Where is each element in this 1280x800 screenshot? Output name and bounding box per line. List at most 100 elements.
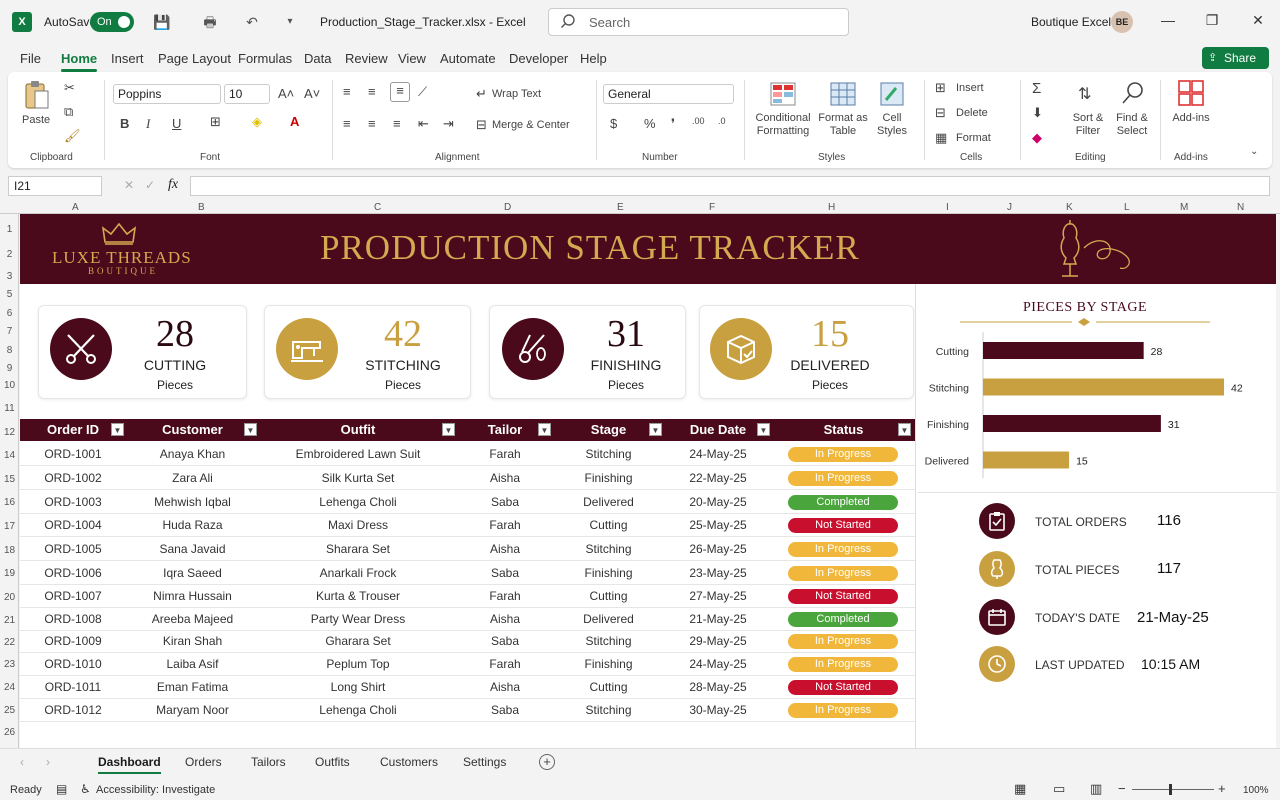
table-cell[interactable]: Cutting <box>553 585 664 608</box>
row-header[interactable]: 19 <box>0 568 19 579</box>
font-name-combo[interactable]: Poppins <box>113 84 221 104</box>
minimize-icon[interactable]: — <box>1158 12 1178 32</box>
column-header[interactable]: H <box>828 202 835 213</box>
table-cell[interactable]: Long Shirt <box>259 676 457 699</box>
table-cell[interactable]: Saba <box>457 562 553 585</box>
align-bottom-icon[interactable]: ≡ <box>390 82 410 102</box>
tab-developer[interactable]: Developer <box>509 51 568 66</box>
row-header[interactable]: 12 <box>0 427 19 438</box>
table-cell[interactable]: ORD-1003 <box>20 491 126 514</box>
comma-icon[interactable]: ❜ <box>671 116 675 132</box>
currency-icon[interactable]: $ <box>610 116 617 131</box>
row-header[interactable]: 21 <box>0 615 19 626</box>
column-header[interactable]: C <box>374 202 381 213</box>
row-header[interactable]: 22 <box>0 637 19 648</box>
restore-icon[interactable]: ❐ <box>1202 12 1222 32</box>
row-header[interactable]: 9 <box>0 363 19 374</box>
addins-icon[interactable] <box>1178 80 1204 106</box>
table-cell[interactable]: Aisha <box>457 608 553 631</box>
table-cell[interactable]: 26-May-25 <box>664 538 772 561</box>
tab-home[interactable]: Home <box>61 51 98 72</box>
row-header[interactable]: 1 <box>0 224 19 235</box>
align-left-icon[interactable]: ≡ <box>343 116 351 131</box>
table-cell[interactable]: 21-May-25 <box>664 608 772 631</box>
font-color-icon[interactable]: A <box>290 114 299 129</box>
table-cell[interactable]: ORD-1010 <box>20 653 126 676</box>
copy-icon[interactable]: ⧉ <box>64 104 73 120</box>
cut-icon[interactable]: ✂ <box>64 80 75 96</box>
table-cell[interactable]: 23-May-25 <box>664 562 772 585</box>
row-header[interactable]: 18 <box>0 545 19 556</box>
sheet-tab-settings[interactable]: Settings <box>463 755 506 769</box>
enter-icon[interactable]: ✓ <box>145 178 155 192</box>
row-header[interactable]: 23 <box>0 659 19 670</box>
table-cell[interactable]: ORD-1009 <box>20 630 126 653</box>
table-cell[interactable]: 20-May-25 <box>664 491 772 514</box>
addins-button[interactable]: Add-ins <box>1170 112 1212 125</box>
row-header[interactable]: 10 <box>0 380 19 391</box>
table-cell[interactable]: 28-May-25 <box>664 676 772 699</box>
orientation-icon[interactable]: ⟋ <box>418 84 427 100</box>
format-as-table-button[interactable]: Format as Table <box>818 112 868 138</box>
row-header[interactable]: 20 <box>0 592 19 603</box>
table-cell[interactable]: ORD-1011 <box>20 676 126 699</box>
delete-cells-button[interactable]: Delete <box>956 107 988 120</box>
wrap-text-icon[interactable]: ↵ <box>476 86 487 102</box>
column-header[interactable]: M <box>1180 202 1188 213</box>
fill-color-icon[interactable]: ◈ <box>252 114 262 130</box>
table-cell[interactable]: Mehwish Iqbal <box>126 491 259 514</box>
format-cells-button[interactable]: Format <box>956 132 991 145</box>
format-cells-icon[interactable]: ▦ <box>935 130 947 146</box>
table-cell[interactable]: Eman Fatima <box>126 676 259 699</box>
tab-page-layout[interactable]: Page Layout <box>158 51 231 66</box>
table-cell[interactable]: Finishing <box>553 467 664 490</box>
table-cell[interactable]: 27-May-25 <box>664 585 772 608</box>
row-header[interactable]: 24 <box>0 682 19 693</box>
table-cell[interactable]: Stitching <box>553 630 664 653</box>
decrease-indent-icon[interactable]: ⇤ <box>418 116 429 132</box>
table-cell[interactable]: 29-May-25 <box>664 630 772 653</box>
column-header[interactable]: E <box>617 202 624 213</box>
table-cell[interactable]: Peplum Top <box>259 653 457 676</box>
row-header[interactable]: 26 <box>0 727 19 738</box>
delete-cells-icon[interactable]: ⊟ <box>935 105 946 121</box>
align-top-icon[interactable]: ≡ <box>343 84 351 99</box>
table-cell[interactable]: ORD-1007 <box>20 585 126 608</box>
table-cell[interactable]: Gharara Set <box>259 630 457 653</box>
sort-filter-icon[interactable]: ⇅ <box>1078 84 1091 104</box>
zoom-out-icon[interactable]: − <box>1118 781 1126 796</box>
tab-insert[interactable]: Insert <box>111 51 144 66</box>
table-cell[interactable]: Finishing <box>553 562 664 585</box>
avatar[interactable]: BE <box>1111 11 1133 33</box>
table-cell[interactable]: 24-May-25 <box>664 653 772 676</box>
table-cell[interactable]: Laiba Asif <box>126 653 259 676</box>
close-icon[interactable]: ✕ <box>1248 12 1268 32</box>
find-select-button[interactable]: Find & Select <box>1112 112 1152 138</box>
tab-automate[interactable]: Automate <box>440 51 496 66</box>
tab-review[interactable]: Review <box>345 51 388 66</box>
table-cell[interactable]: Maxi Dress <box>259 514 457 537</box>
table-cell[interactable]: 22-May-25 <box>664 467 772 490</box>
add-sheet-icon[interactable]: + <box>539 754 555 770</box>
paste-label[interactable]: Paste <box>22 114 50 127</box>
zoom-slider[interactable] <box>1132 789 1214 790</box>
table-cell[interactable]: Aisha <box>457 467 553 490</box>
insert-cells-button[interactable]: Insert <box>956 82 984 95</box>
autosave-toggle[interactable]: On <box>90 12 134 32</box>
filter-dropdown-icon[interactable]: ▼ <box>111 423 124 436</box>
row-header[interactable]: 16 <box>0 497 19 508</box>
format-painter-icon[interactable]: 🖌 <box>64 128 81 144</box>
normal-view-icon[interactable]: ▦ <box>1014 781 1026 797</box>
customize-toolbar-icon[interactable]: ▾ <box>280 12 300 32</box>
filter-dropdown-icon[interactable]: ▼ <box>898 423 911 436</box>
filter-dropdown-icon[interactable]: ▼ <box>244 423 257 436</box>
find-select-icon[interactable] <box>1120 80 1146 106</box>
table-cell[interactable]: Kiran Shah <box>126 630 259 653</box>
column-header[interactable]: A <box>72 202 79 213</box>
column-header[interactable]: K <box>1066 202 1073 213</box>
table-cell[interactable]: ORD-1005 <box>20 538 126 561</box>
align-middle-icon[interactable]: ≡ <box>368 84 376 99</box>
font-size-combo[interactable]: 10 <box>224 84 270 104</box>
column-header[interactable]: N <box>1237 202 1244 213</box>
zoom-in-icon[interactable]: + <box>1218 781 1226 796</box>
